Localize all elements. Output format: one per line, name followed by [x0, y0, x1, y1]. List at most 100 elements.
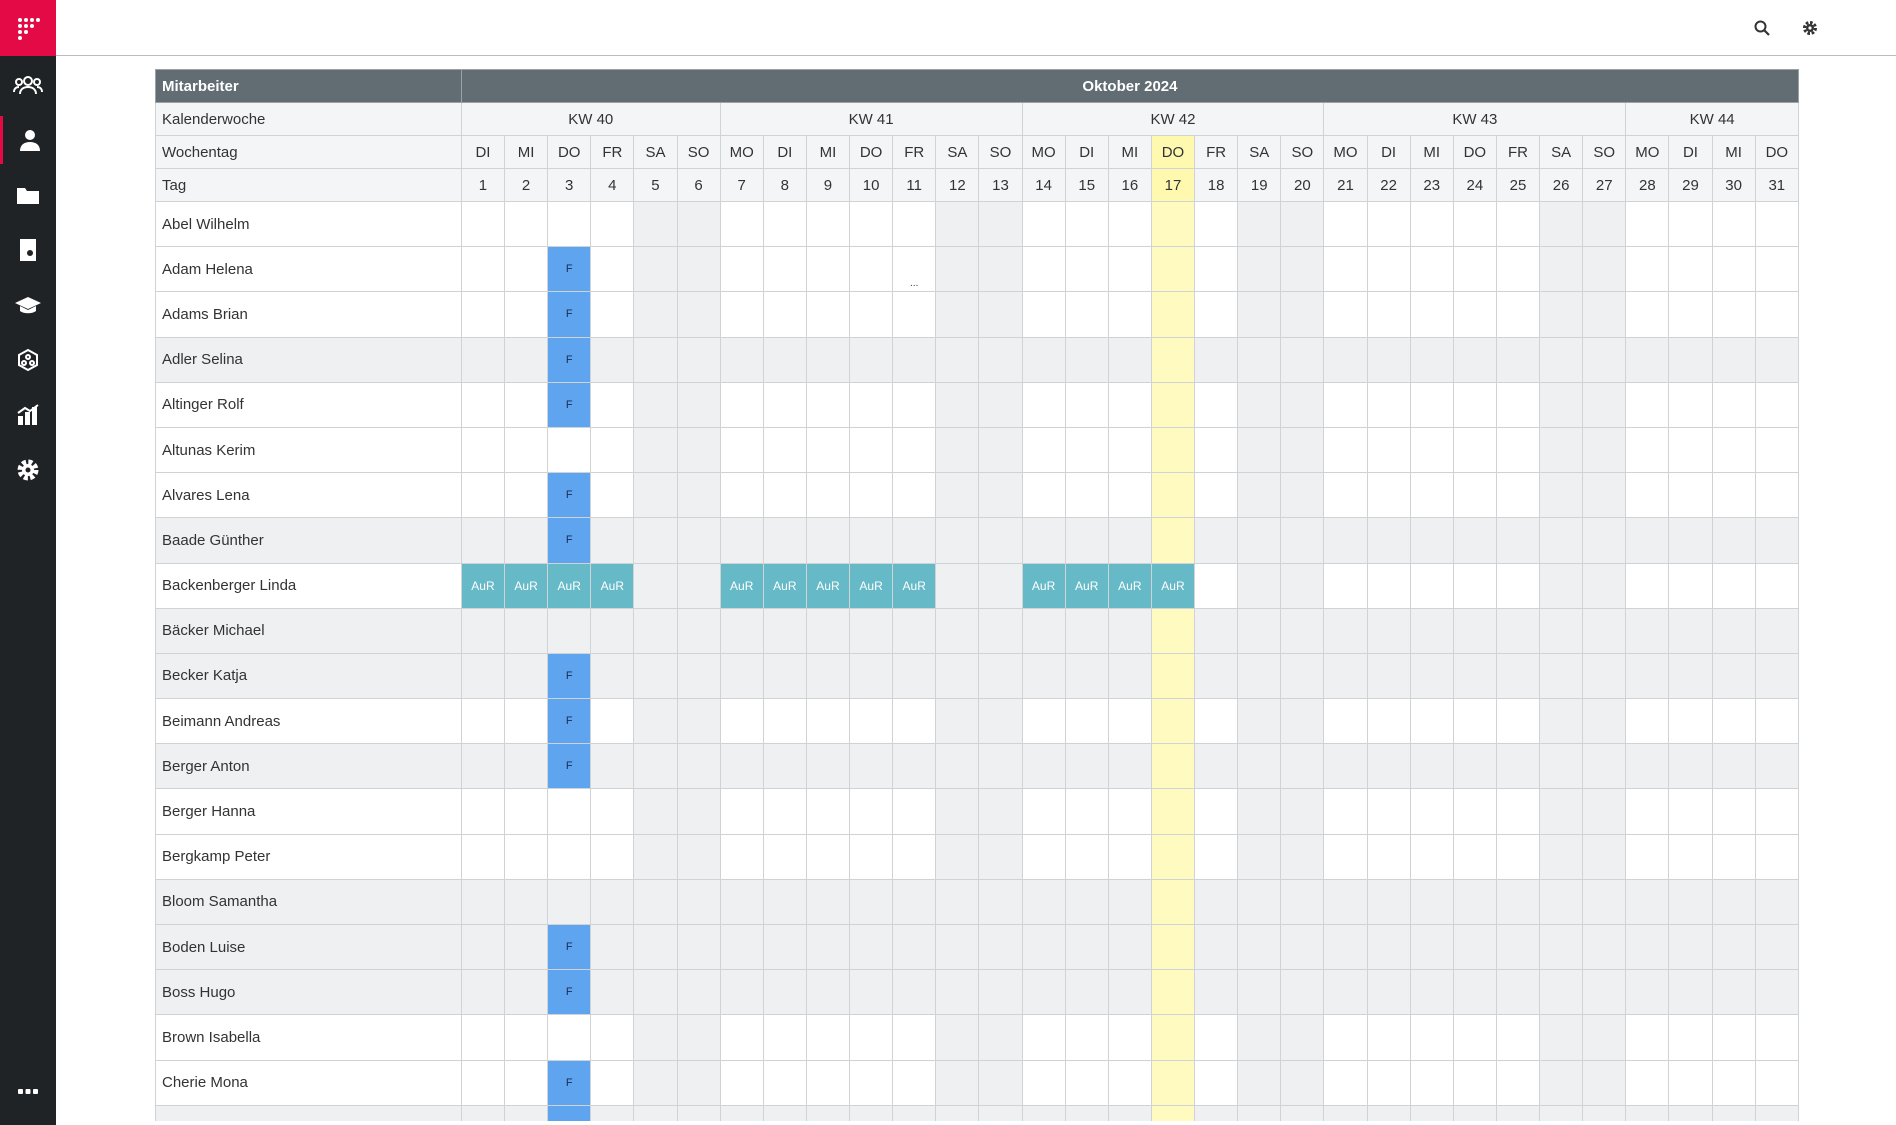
day-cell[interactable]: [590, 607, 635, 654]
day-cell[interactable]: [1064, 969, 1109, 1016]
day-cell[interactable]: [1452, 698, 1497, 745]
day-cell[interactable]: [1452, 336, 1497, 383]
day-cell[interactable]: [504, 1059, 549, 1106]
day-cell[interactable]: [1237, 1104, 1282, 1121]
day-cell[interactable]: [762, 788, 807, 835]
absence-cell[interactable]: AuR: [719, 562, 764, 609]
day-cell[interactable]: [1711, 291, 1756, 338]
day-cell[interactable]: [1495, 969, 1541, 1016]
day-header[interactable]: 17: [1150, 168, 1196, 202]
day-cell[interactable]: [1754, 200, 1799, 248]
day-cell[interactable]: [1711, 200, 1756, 248]
day-cell[interactable]: [547, 426, 592, 474]
employee-name[interactable]: Backenberger Linda: [155, 562, 462, 609]
day-cell[interactable]: [1021, 743, 1066, 790]
day-cell[interactable]: [504, 743, 549, 790]
day-cell[interactable]: [1194, 426, 1239, 474]
day-cell[interactable]: [1280, 923, 1325, 971]
day-cell[interactable]: [676, 200, 721, 248]
day-cell[interactable]: [1452, 562, 1497, 609]
day-cell[interactable]: [1194, 743, 1239, 790]
day-cell[interactable]: [1625, 426, 1670, 474]
day-cell[interactable]: [1237, 607, 1282, 654]
day-cell[interactable]: [1754, 698, 1799, 745]
day-cell[interactable]: [1754, 788, 1799, 835]
day-cell[interactable]: [1754, 1104, 1799, 1121]
day-cell[interactable]: [892, 878, 937, 926]
day-cell[interactable]: [1452, 200, 1497, 248]
day-cell[interactable]: [1237, 833, 1282, 880]
day-cell[interactable]: [1194, 472, 1239, 519]
day-cell[interactable]: [590, 1059, 635, 1106]
day-cell[interactable]: [1668, 381, 1713, 428]
employee-name[interactable]: Abel Wilhelm: [155, 200, 462, 248]
day-cell[interactable]: [460, 743, 506, 790]
day-cell[interactable]: [892, 833, 937, 880]
day-cell[interactable]: [805, 336, 851, 383]
day-cell[interactable]: [1539, 878, 1584, 926]
day-cell[interactable]: [676, 923, 721, 971]
day-cell[interactable]: [719, 698, 764, 745]
day-cell[interactable]: [1237, 743, 1282, 790]
day-cell[interactable]: [1625, 562, 1670, 609]
day-cell[interactable]: [1452, 1059, 1497, 1106]
day-cell[interactable]: [1409, 652, 1454, 700]
day-cell[interactable]: [805, 1104, 851, 1121]
day-cell[interactable]: [762, 246, 807, 293]
day-cell[interactable]: [504, 607, 549, 654]
day-cell[interactable]: [676, 1014, 721, 1061]
day-cell[interactable]: [1495, 562, 1541, 609]
day-cell[interactable]: [1711, 1014, 1756, 1061]
day-cell[interactable]: [1107, 607, 1152, 654]
day-cell[interactable]: [1754, 246, 1799, 293]
day-cell[interactable]: [1582, 200, 1627, 248]
nav-settings[interactable]: [0, 446, 56, 494]
day-cell[interactable]: [1237, 200, 1282, 248]
day-header[interactable]: 1: [460, 168, 506, 202]
day-cell[interactable]: [762, 336, 807, 383]
day-cell[interactable]: [892, 788, 937, 835]
day-cell[interactable]: [676, 472, 721, 519]
day-cell[interactable]: [978, 652, 1023, 700]
day-cell[interactable]: [1237, 923, 1282, 971]
day-cell[interactable]: [1194, 291, 1239, 338]
day-cell[interactable]: [1323, 472, 1368, 519]
day-cell[interactable]: [1539, 698, 1584, 745]
day-cell[interactable]: [1323, 381, 1368, 428]
day-cell[interactable]: [1107, 652, 1152, 700]
day-cell[interactable]: [1323, 788, 1368, 835]
day-cell[interactable]: [460, 472, 506, 519]
day-cell[interactable]: [1409, 246, 1454, 293]
day-cell[interactable]: [1625, 743, 1670, 790]
day-header[interactable]: 31: [1754, 168, 1799, 202]
day-cell[interactable]: [633, 923, 678, 971]
day-cell[interactable]: [892, 426, 937, 474]
day-cell[interactable]: [892, 200, 937, 248]
day-cell[interactable]: [504, 472, 549, 519]
day-cell[interactable]: [1064, 1059, 1109, 1106]
day-cell[interactable]: [849, 969, 894, 1016]
day-cell[interactable]: [1323, 652, 1368, 700]
holiday-cell[interactable]: F: [547, 698, 592, 745]
day-cell[interactable]: [1452, 381, 1497, 428]
day-cell[interactable]: [633, 652, 678, 700]
day-cell[interactable]: [1021, 969, 1066, 1016]
day-cell[interactable]: [1625, 1104, 1670, 1121]
day-cell[interactable]: [1582, 1104, 1627, 1121]
day-cell[interactable]: [1452, 652, 1497, 700]
day-cell[interactable]: [719, 426, 764, 474]
day-cell[interactable]: [1754, 426, 1799, 474]
day-cell[interactable]: [1150, 1059, 1196, 1106]
day-cell[interactable]: [1409, 923, 1454, 971]
day-cell[interactable]: [1194, 1059, 1239, 1106]
day-cell[interactable]: [1280, 291, 1325, 338]
day-cell[interactable]: [504, 517, 549, 564]
day-cell[interactable]: [1021, 788, 1066, 835]
nav-reports[interactable]: [0, 391, 56, 439]
day-cell[interactable]: [1539, 381, 1584, 428]
day-cell[interactable]: [1668, 246, 1713, 293]
day-cell[interactable]: [1625, 1059, 1670, 1106]
day-cell[interactable]: [633, 1059, 678, 1106]
day-cell[interactable]: [1539, 969, 1584, 1016]
day-cell[interactable]: [1280, 1104, 1325, 1121]
